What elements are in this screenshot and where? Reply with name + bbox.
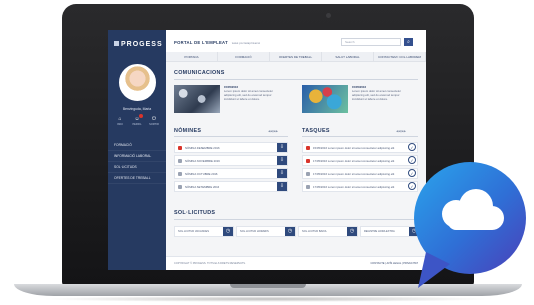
power-icon: ⏻ <box>152 116 156 122</box>
tab-formacio[interactable]: FORMACIÓ <box>218 52 270 61</box>
alert-icon <box>306 146 310 150</box>
sidebar-item-formacio[interactable]: FORMACIÓ <box>108 140 166 151</box>
download-icon[interactable]: ⇩ <box>277 182 287 191</box>
request-label: SOL·LICITUD HORARIS <box>240 230 269 233</box>
copyright-text: COPYRIGHT © PROGESS. TOTS ELS DRETS RESE… <box>174 262 246 265</box>
sidebar-item-informacio-laboral[interactable]: INFORMACIÓ LABORAL <box>108 151 166 162</box>
request-label: REGISTRE HORA EXTRA <box>364 230 395 233</box>
pdf-icon <box>178 185 182 189</box>
pdf-icon <box>178 159 182 163</box>
task-row[interactable]: 17/05/2016 Lorem ipsum dolor sit amet co… <box>302 168 418 179</box>
news-image <box>174 85 220 113</box>
row-text: NÒMINA NOVEMBRE 2016 <box>185 159 220 163</box>
check-icon[interactable]: ✓ <box>408 143 416 151</box>
news-item[interactable]: 15/05/2016 Lorem ipsum dolor sit amet co… <box>174 85 284 115</box>
sollicituds-title: SOL·LICITUDS <box>174 210 216 216</box>
row-text: 15/05/2016 Lorem ipsum dolor sit amet co… <box>313 146 395 150</box>
sidebar-icon-row: ⌂ INICI ☺ PERFIL ⏻ SORTIR <box>114 114 160 126</box>
laptop-screen: PROGESS Benvinguda, Maria ⌂ INICI ☺ PERF… <box>108 30 426 270</box>
table-row[interactable]: NÒMINA OCTUBRE 2016 ⇩ <box>174 168 288 179</box>
table-row[interactable]: NÒMINA DESEMBRE 2016 ⇩ <box>174 142 288 153</box>
request-button-vacances[interactable]: SOL·LICITUD VACANCES ◷ <box>174 226 234 237</box>
profile-label: PERFIL <box>132 123 142 126</box>
portal-subtitle: www.portalaplicacio <box>231 42 261 45</box>
portal-title: PORTAL DE L'EMPLEAT <box>174 40 228 45</box>
tab-ofertes[interactable]: OFERTES DE TREBALL <box>270 52 322 61</box>
alert-icon <box>306 159 310 163</box>
tab-contacte[interactable]: CONTACTEM I COL·LABOREM <box>374 52 426 61</box>
logo[interactable]: PROGESS <box>114 41 163 48</box>
download-icon[interactable]: ⇩ <box>277 143 287 152</box>
download-icon[interactable]: ⇩ <box>277 169 287 178</box>
header: PORTAL DE L'EMPLEAT www.portalaplicacio S… <box>166 30 426 52</box>
divider <box>174 136 288 137</box>
avatar[interactable] <box>119 64 156 101</box>
top-nav: PORTADA FORMACIÓ OFERTES DE TREBALL SALU… <box>166 52 426 62</box>
clock-icon: ◷ <box>347 227 357 236</box>
row-text: 17/05/2016 Lorem ipsum dolor sit amet co… <box>313 185 395 189</box>
clock-icon: ◷ <box>285 227 295 236</box>
sidebar-nav: FORMACIÓ INFORMACIÓ LABORAL SOL·LICITUDS… <box>108 140 166 184</box>
sidebar: PROGESS Benvinguda, Maria ⌂ INICI ☺ PERF… <box>108 30 166 270</box>
news-text: Lorem ipsum dolor sit amet consectetur a… <box>352 89 401 101</box>
pdf-icon <box>178 146 182 150</box>
news-item[interactable]: 15/05/2016 Lorem ipsum dolor sit amet co… <box>302 85 412 115</box>
profile-button[interactable]: ☺ PERFIL <box>131 114 143 126</box>
row-text: NÒMINA OCTUBRE 2016 <box>185 172 218 176</box>
logout-label: SORTIR <box>149 123 159 126</box>
stage: PROGESS Benvinguda, Maria ⌂ INICI ☺ PERF… <box>0 0 534 305</box>
home-label: INICI <box>117 123 123 126</box>
news-image <box>302 85 348 113</box>
divider <box>174 79 418 80</box>
row-text: 17/05/2016 Lorem ipsum dolor sit amet co… <box>313 159 395 163</box>
search-icon: ⌕ <box>407 39 410 45</box>
tasques-title: TASQUES <box>302 128 330 134</box>
sidebar-item-ofertes[interactable]: OFERTES DE TREBALL <box>108 173 166 184</box>
clock-icon: ◷ <box>223 227 233 236</box>
pdf-icon <box>178 172 182 176</box>
row-text: 17/05/2016 Lorem ipsum dolor sit amet co… <box>313 172 395 176</box>
notification-badge <box>139 114 143 118</box>
request-label: SOL·LICITUD VACANCES <box>178 230 209 233</box>
search-input[interactable]: Search <box>341 38 401 46</box>
tasques-pager[interactable]: ◀◀ ▶▶ <box>396 129 406 133</box>
search-button[interactable]: ⌕ <box>404 38 413 46</box>
nomines-pager[interactable]: ◀◀ ▶▶ <box>268 129 278 133</box>
laptop-notch <box>230 284 306 288</box>
laptop-shadow <box>40 296 496 302</box>
row-text: NÒMINA SETEMBRE 2016 <box>185 185 220 189</box>
divider <box>302 136 418 137</box>
logout-button[interactable]: ⏻ SORTIR <box>148 116 160 126</box>
table-row[interactable]: NÒMINA SETEMBRE 2016 ⇩ <box>174 181 288 192</box>
request-label: SOL·LICITUD BAIXA <box>302 230 327 233</box>
page-title: PORTAL DE L'EMPLEAT www.portalaplicacio <box>174 40 260 45</box>
sidebar-item-sollicituds[interactable]: SOL·LICITUDS <box>108 162 166 173</box>
news-text: Lorem ipsum dolor sit amet consectetur a… <box>224 89 273 101</box>
home-icon: ⌂ <box>118 116 122 122</box>
alert-icon <box>306 185 310 189</box>
nomines-title: NÒMINES <box>174 128 202 134</box>
table-row[interactable]: NÒMINA NOVEMBRE 2016 ⇩ <box>174 155 288 166</box>
comunicacions-title: COMUNICACIONS <box>174 70 225 76</box>
user-name: Benvinguda, Maria <box>122 107 152 111</box>
task-row[interactable]: 17/05/2016 Lorem ipsum dolor sit amet co… <box>302 181 418 192</box>
tab-portada[interactable]: PORTADA <box>166 52 218 61</box>
task-row[interactable]: 17/05/2016 Lorem ipsum dolor sit amet co… <box>302 155 418 166</box>
row-text: NÒMINA DESEMBRE 2016 <box>185 146 220 150</box>
download-icon[interactable]: ⇩ <box>277 156 287 165</box>
footer: COPYRIGHT © PROGESS. TOTS ELS DRETS RESE… <box>166 256 426 270</box>
alert-icon <box>306 172 310 176</box>
task-row[interactable]: 15/05/2016 Lorem ipsum dolor sit amet co… <box>302 142 418 153</box>
divider <box>174 219 418 220</box>
request-button-horaris[interactable]: SOL·LICITUD HORARIS ◷ <box>236 226 296 237</box>
tab-salut[interactable]: SALUT LABORAL <box>322 52 374 61</box>
camera <box>326 13 331 18</box>
logo-mark <box>114 41 119 46</box>
request-button-baixa[interactable]: SOL·LICITUD BAIXA ◷ <box>298 226 358 237</box>
logo-text: PROGESS <box>121 41 163 48</box>
chat-bubble-icon[interactable] <box>404 160 530 292</box>
home-button[interactable]: ⌂ INICI <box>114 116 126 126</box>
